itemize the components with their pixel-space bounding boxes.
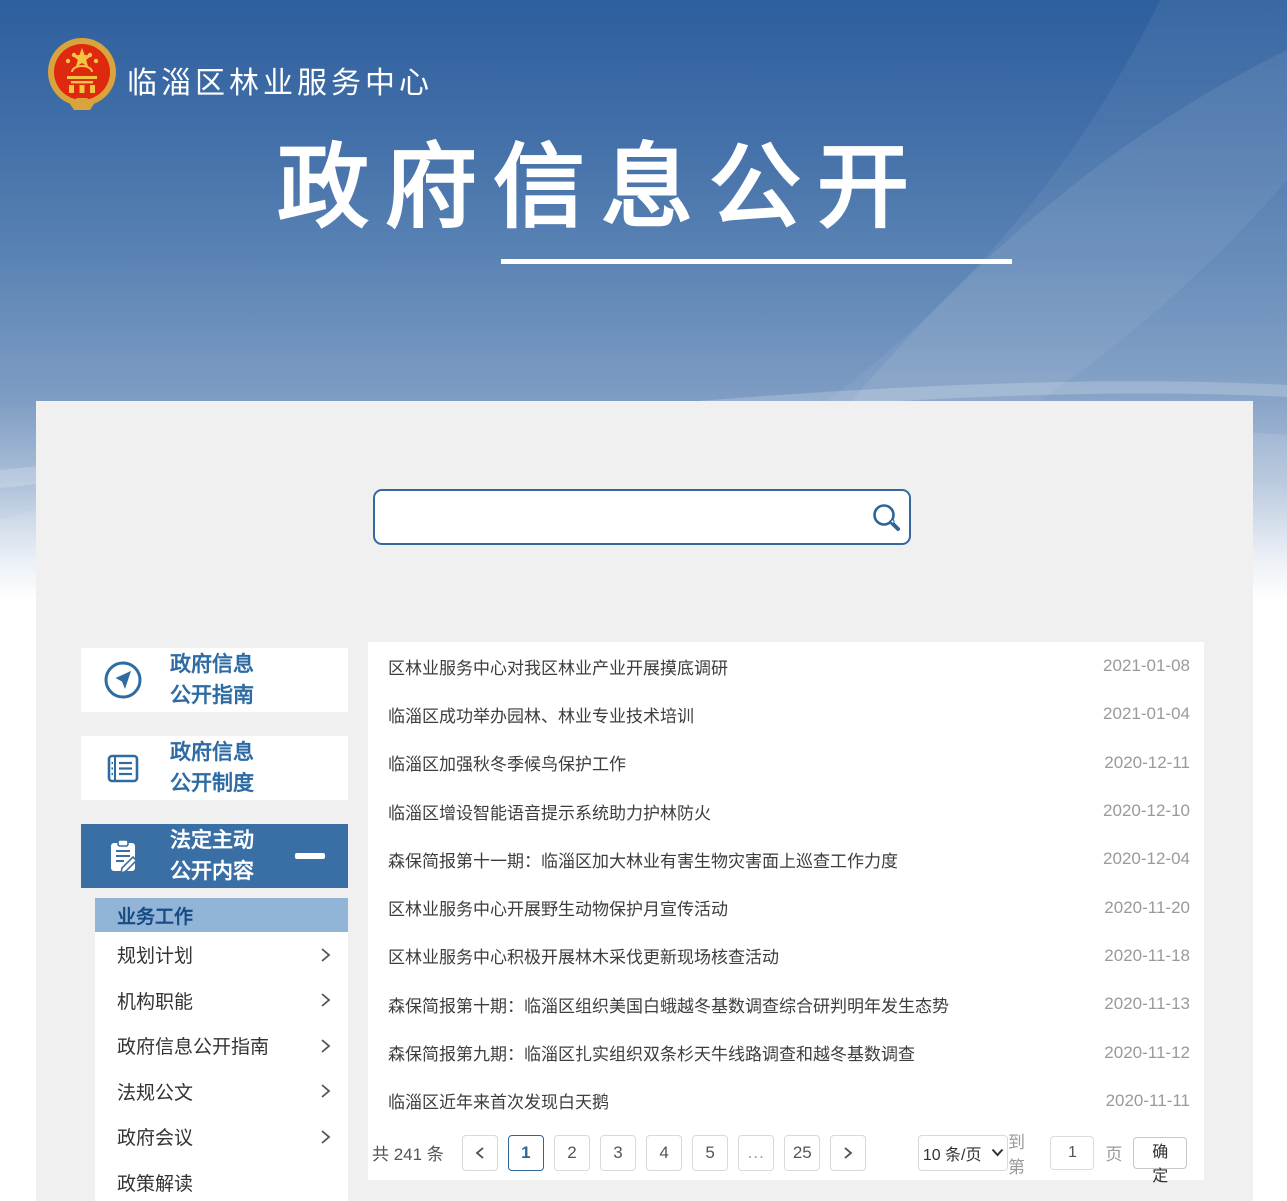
goto-page-group: 到第 页 确定 (1008, 1128, 1187, 1178)
chevron-right-icon (842, 1146, 854, 1160)
submenu-item-label: 政策解读 (117, 1169, 193, 1196)
article-title[interactable]: 区林业服务中心对我区林业产业开展摸底调研 (388, 654, 728, 679)
sidebar-item-info-disclosure-guide[interactable]: 政府信息 公开指南 (81, 648, 348, 712)
search-button[interactable] (863, 491, 909, 543)
pagination-total: 共 241 条 (372, 1140, 444, 1165)
article-date: 2021-01-08 (1103, 656, 1190, 676)
page-size-select[interactable]: 10 条/页 (918, 1135, 1008, 1171)
chevron-right-icon (319, 1129, 332, 1145)
title-underline (501, 259, 1012, 264)
sidebar-item-statutory-disclosure[interactable]: 法定主动 公开内容 (81, 824, 348, 888)
submenu-item-org-functions[interactable]: 机构职能 (95, 978, 348, 1024)
submenu-item-info-disclosure-guide[interactable]: 政府信息公开指南 (95, 1023, 348, 1069)
article-title[interactable]: 森保简报第九期：临淄区扎实组织双条杉天牛线路调查和越冬基数调查 (388, 1040, 915, 1065)
submenu-item-label: 政府信息公开指南 (117, 1032, 269, 1059)
national-emblem-icon (47, 36, 117, 114)
article-row[interactable]: 区林业服务中心开展野生动物保护月宣传活动 2020-11-20 (368, 883, 1204, 931)
pagination-page-button-2[interactable]: 2 (554, 1135, 590, 1171)
compass-icon (102, 659, 144, 701)
goto-page-input[interactable] (1050, 1136, 1094, 1170)
pagination: 共 241 条 1 2 3 4 5 ... 25 10 条/页 到第 页 (368, 1125, 1204, 1180)
clipboard-pen-icon (102, 835, 144, 877)
page: 临淄区林业服务中心 政府信息公开 政府信息 公开指南 (0, 0, 1287, 1201)
article-row[interactable]: 区林业服务中心对我区林业产业开展摸底调研 2021-01-08 (368, 642, 1204, 690)
pagination-ellipsis-button[interactable]: ... (738, 1135, 774, 1171)
submenu-item-label: 业务工作 (117, 902, 193, 929)
pagination-page-button-1[interactable]: 1 (508, 1135, 544, 1171)
article-row[interactable]: 森保简报第十期：临淄区组织美国白蛾越冬基数调查综合研判明年发生态势 2020-1… (368, 980, 1204, 1028)
article-row[interactable]: 区林业服务中心积极开展林木采伐更新现场核查活动 2020-11-18 (368, 932, 1204, 980)
sidebar-item-info-disclosure-system[interactable]: 政府信息 公开制度 (81, 736, 348, 800)
sidebar-item-label-line2: 公开内容 (170, 856, 254, 887)
article-row[interactable]: 临淄区近年来首次发现白天鹅 2020-11-11 (368, 1077, 1204, 1125)
submenu-item-regulations[interactable]: 法规公文 (95, 1069, 348, 1115)
pagination-page-button-25[interactable]: 25 (784, 1135, 820, 1171)
sidebar-item-label-line2: 公开指南 (170, 680, 254, 711)
submenu-item-label: 规划计划 (117, 941, 193, 968)
chevron-right-icon (319, 1038, 332, 1054)
article-title[interactable]: 临淄区近年来首次发现白天鹅 (388, 1088, 609, 1113)
article-date: 2020-11-20 (1104, 898, 1190, 918)
article-row[interactable]: 临淄区成功举办园林、林业专业技术培训 2021-01-04 (368, 690, 1204, 738)
article-date: 2020-12-10 (1103, 801, 1190, 821)
article-date: 2020-11-13 (1104, 994, 1190, 1014)
article-row[interactable]: 森保简报第十一期：临淄区加大林业有害生物灾害面上巡查工作力度 2020-12-0… (368, 835, 1204, 883)
goto-confirm-button[interactable]: 确定 (1133, 1137, 1187, 1169)
article-row[interactable]: 森保简报第九期：临淄区扎实组织双条杉天牛线路调查和越冬基数调查 2020-11-… (368, 1028, 1204, 1076)
pagination-page-button-5[interactable]: 5 (692, 1135, 728, 1171)
submenu-item-gov-meetings[interactable]: 政府会议 (95, 1114, 348, 1160)
goto-unit-label: 页 (1105, 1140, 1122, 1165)
page-size-label: 10 条/页 (923, 1141, 982, 1165)
article-date: 2020-12-04 (1103, 849, 1190, 869)
sidebar-item-label-line1: 政府信息 (170, 737, 254, 768)
site-name: 临淄区林业服务中心 (127, 58, 433, 102)
pagination-next-button[interactable] (830, 1135, 866, 1171)
article-date: 2020-11-12 (1104, 1043, 1190, 1063)
chevron-left-icon (474, 1146, 486, 1160)
article-title[interactable]: 森保简报第十一期：临淄区加大林业有害生物灾害面上巡查工作力度 (388, 847, 898, 872)
article-title[interactable]: 临淄区增设智能语音提示系统助力护林防火 (388, 799, 711, 824)
pagination-page-button-4[interactable]: 4 (646, 1135, 682, 1171)
article-row[interactable]: 临淄区增设智能语音提示系统助力护林防火 2020-12-10 (368, 787, 1204, 835)
search-box (373, 489, 911, 545)
submenu-item-business-work[interactable]: 业务工作 (95, 898, 348, 932)
collapse-minus-icon[interactable] (295, 853, 325, 859)
pagination-page-button-3[interactable]: 3 (600, 1135, 636, 1171)
chevron-right-icon (319, 947, 332, 963)
article-date: 2020-11-11 (1106, 1091, 1190, 1111)
article-date: 2021-01-04 (1103, 704, 1190, 724)
document-icon (102, 747, 144, 789)
submenu-item-planning[interactable]: 规划计划 (95, 932, 348, 978)
article-title[interactable]: 临淄区加强秋冬季候鸟保护工作 (388, 750, 626, 775)
chevron-down-icon (991, 1148, 1004, 1157)
article-date: 2020-12-11 (1104, 753, 1190, 773)
submenu-item-label: 政府会议 (117, 1123, 193, 1150)
goto-label: 到第 (1008, 1128, 1039, 1178)
search-input[interactable] (375, 491, 863, 543)
page-title: 政府信息公开 (277, 140, 925, 236)
pagination-prev-button[interactable] (462, 1135, 498, 1171)
article-list-panel: 区林业服务中心对我区林业产业开展摸底调研 2021-01-08 临淄区成功举办园… (368, 642, 1204, 1180)
submenu-item-policy-interpretation[interactable]: 政策解读 (95, 1160, 348, 1201)
article-title[interactable]: 区林业服务中心积极开展林木采伐更新现场核查活动 (388, 943, 779, 968)
submenu-item-label: 法规公文 (117, 1078, 193, 1105)
submenu-item-label: 机构职能 (117, 987, 193, 1014)
sidebar-item-label-line1: 政府信息 (170, 649, 254, 680)
article-title[interactable]: 区林业服务中心开展野生动物保护月宣传活动 (388, 895, 728, 920)
article-row[interactable]: 临淄区加强秋冬季候鸟保护工作 2020-12-11 (368, 739, 1204, 787)
article-date: 2020-11-18 (1104, 946, 1190, 966)
chevron-right-icon (319, 1083, 332, 1099)
sidebar-item-label-line1: 法定主动 (170, 825, 254, 856)
chevron-right-icon (319, 992, 332, 1008)
article-title[interactable]: 临淄区成功举办园林、林业专业技术培训 (388, 702, 694, 727)
sidebar-item-label-line2: 公开制度 (170, 768, 254, 799)
search-icon (871, 502, 901, 532)
sidebar-submenu: 业务工作 规划计划 机构职能 政府信息公开指南 法规公文 政府会议 政策解读 (95, 898, 348, 1201)
article-title[interactable]: 森保简报第十期：临淄区组织美国白蛾越冬基数调查综合研判明年发生态势 (388, 992, 949, 1017)
